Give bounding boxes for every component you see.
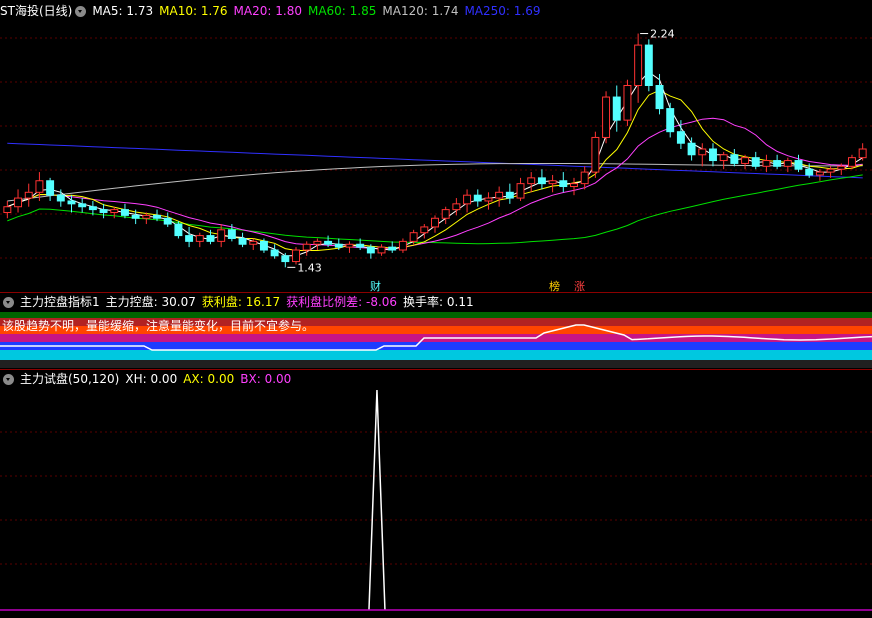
candle (762, 154, 771, 173)
candle (441, 206, 450, 225)
bx-readout: BX: 0.00 (240, 372, 292, 386)
candle (484, 192, 493, 210)
candle (623, 79, 632, 126)
candle (195, 232, 204, 248)
candle (505, 183, 514, 204)
candle (120, 203, 129, 219)
indicator1-menu-icon[interactable] (3, 296, 14, 308)
candle (537, 169, 546, 190)
ma60-readout: MA60: 1.85 (307, 4, 377, 18)
indicator1-name: 主力控盘指标1 (20, 295, 100, 309)
ma10-readout: MA10: 1.76 (159, 4, 228, 18)
candle (730, 149, 739, 167)
candle (698, 143, 707, 167)
ma20-readout: MA20: 1.80 (233, 4, 302, 18)
indicator2-name: 主力试盘(50,120) (20, 372, 120, 386)
candle (516, 177, 525, 201)
candle (612, 85, 621, 132)
ma120-readout: MA120: 1.74 (382, 4, 459, 18)
candle (527, 172, 536, 193)
candle (377, 244, 386, 256)
candle (548, 174, 557, 193)
candle (570, 177, 578, 196)
indicator2-menu-icon[interactable] (3, 373, 14, 385)
main-chart-header: ST海投 (日线) MA5: 1.73 MA10: 1.76 MA20: 1.8… (0, 2, 547, 20)
ratio-readout: 获利盘比例差: -8.06 (286, 295, 398, 309)
candle (559, 172, 568, 193)
candle (602, 91, 611, 144)
candle (655, 73, 664, 115)
indicator1-warning-text: 该股趋势不明，量能缓缩，注意量能变化，目前不宜参与。 (2, 319, 315, 333)
candle (473, 189, 482, 207)
ma5-readout: MA5: 1.73 (92, 4, 154, 18)
turnover-readout: 换手率: 0.11 (403, 295, 474, 309)
candle (687, 137, 696, 161)
high-price-label: 2.24 (650, 28, 675, 41)
indicator1-band (0, 360, 872, 368)
candle (634, 33, 643, 103)
candle (238, 232, 247, 248)
indicator2-header: 主力试盘(50,120) XH: 0.00 AX: 0.00 BX: 0.00 (0, 370, 297, 388)
candle (345, 241, 354, 253)
candle (78, 198, 87, 213)
candle (24, 183, 33, 207)
ma120-line (7, 163, 863, 202)
indicator2-chart[interactable] (0, 388, 872, 618)
candle (580, 166, 589, 190)
candle (185, 226, 194, 248)
candle (431, 215, 439, 233)
candle (3, 200, 12, 219)
candle (163, 212, 172, 227)
candle (591, 131, 600, 178)
candle (313, 238, 322, 251)
stock-name: ST海投 (0, 4, 39, 18)
huoli-readout: 获利盘: 16.17 (201, 295, 281, 309)
candle (463, 189, 472, 213)
candle (174, 221, 183, 239)
candlestick-chart[interactable]: 2.24 1.43 (0, 20, 872, 292)
candle (773, 154, 782, 170)
candle (666, 102, 675, 138)
ma250-readout: MA250: 1.69 (464, 4, 541, 18)
ma60-line (7, 174, 863, 245)
xh-readout: XH: 0.00 (125, 372, 178, 386)
candle (388, 241, 397, 253)
candle (420, 224, 429, 239)
candle (270, 244, 279, 259)
indicator1-header: 主力控盘指标1 主力控盘: 30.07 获利盘: 16.17 获利盘比例差: -… (0, 293, 480, 311)
candle (302, 241, 311, 256)
candle (858, 143, 867, 161)
candle (281, 252, 290, 268)
candle (398, 238, 407, 253)
kongpan-readout: 主力控盘: 30.07 (105, 295, 196, 309)
candle (751, 151, 760, 170)
candle (46, 177, 55, 201)
low-price-label: 1.43 (297, 261, 322, 274)
candle (495, 186, 504, 207)
candle (794, 154, 803, 173)
shipan-spike (368, 389, 386, 611)
ax-readout: AX: 0.00 (183, 372, 235, 386)
period-label: (日线) (38, 4, 73, 18)
candle (14, 189, 23, 213)
candle (644, 39, 653, 92)
candle (709, 143, 717, 167)
dropdown-icon[interactable] (75, 5, 87, 17)
candle (719, 151, 728, 170)
indicator1-band (0, 350, 872, 360)
candle (99, 203, 108, 219)
